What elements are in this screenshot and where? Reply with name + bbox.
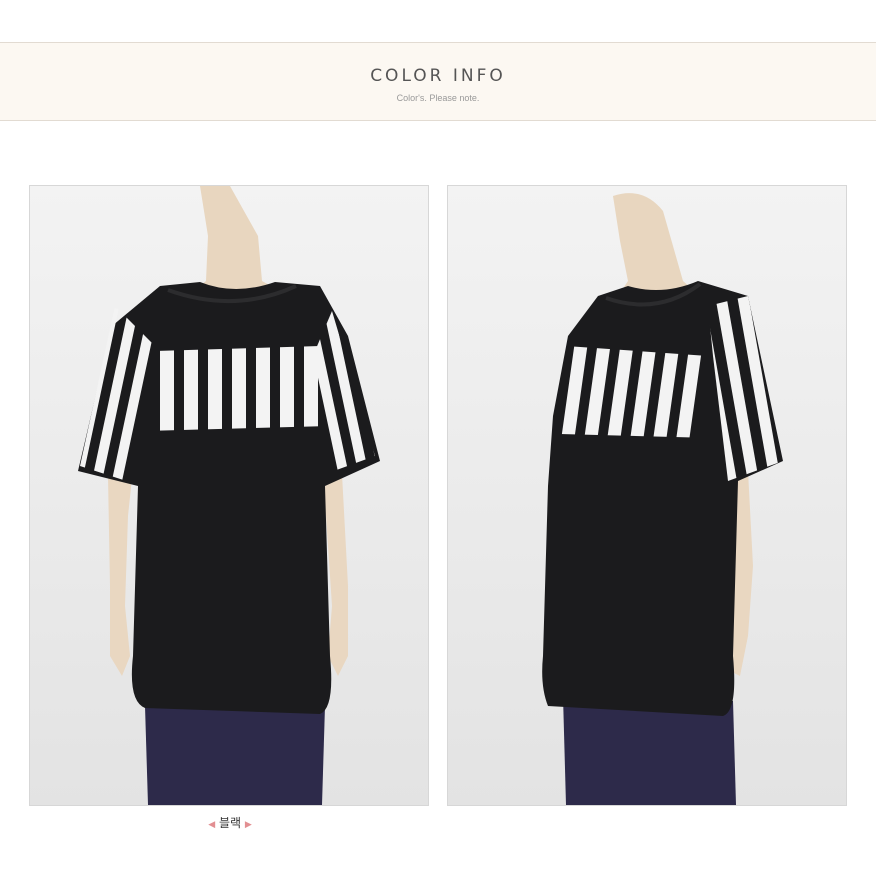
right-arrow-icon: ▶ [244,820,252,830]
side-photo-illustration [448,186,846,805]
color-info-banner: COLOR INFO Color's. Please note. [0,42,876,121]
color-caption: ◀ 블랙 ▶ [198,814,262,831]
left-arrow-icon: ◀ [208,820,216,830]
banner-title: COLOR INFO [370,66,506,86]
color-label: 블랙 [218,816,242,830]
front-photo-illustration [30,186,428,805]
product-photo-side [447,185,847,806]
product-photo-front [29,185,429,806]
banner-subtitle: Color's. Please note. [396,93,480,103]
